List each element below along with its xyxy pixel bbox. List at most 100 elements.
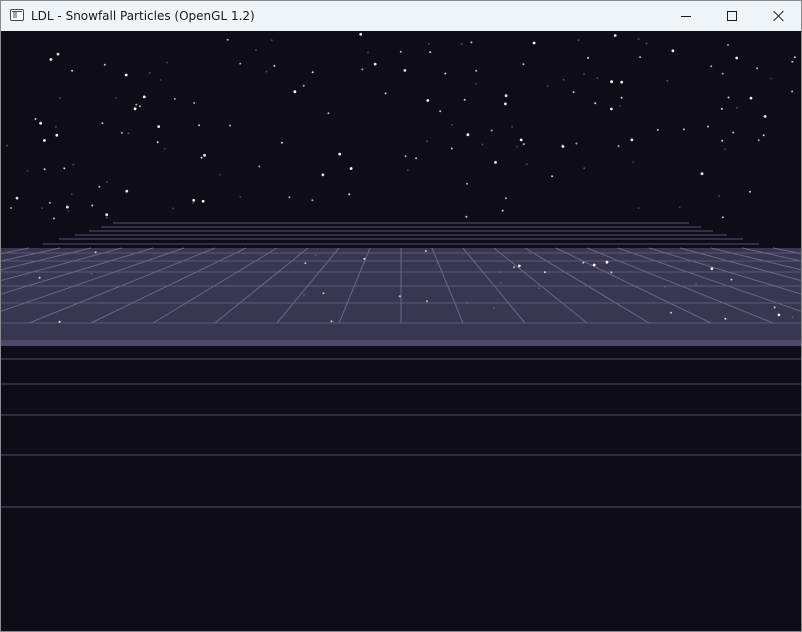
- snowflake: [695, 283, 698, 286]
- snowflake: [630, 138, 634, 142]
- snowflake: [311, 71, 314, 74]
- snowflake: [504, 102, 507, 106]
- snowflake: [516, 145, 518, 148]
- snowflake: [106, 180, 109, 183]
- snowflake: [55, 133, 59, 137]
- snowflake: [749, 96, 753, 100]
- snowflake: [288, 196, 291, 199]
- snowflake: [727, 43, 729, 46]
- snowflake: [475, 82, 477, 85]
- snowflake: [732, 131, 735, 134]
- snowflake: [610, 80, 613, 84]
- snowflake: [773, 306, 776, 309]
- snowflake: [265, 70, 268, 73]
- snowflake: [226, 38, 229, 41]
- snowflake: [159, 78, 162, 81]
- snowflake: [5, 144, 8, 147]
- snowflake: [710, 65, 713, 68]
- snowflake: [63, 167, 66, 170]
- snowflake: [338, 152, 342, 156]
- snowflake: [620, 80, 624, 84]
- snowflake: [444, 72, 447, 75]
- snowflake: [791, 60, 794, 63]
- snowflake: [127, 132, 130, 135]
- snowflake: [70, 193, 73, 196]
- snowflake: [450, 147, 453, 150]
- snowflake: [105, 213, 109, 217]
- snowflake: [463, 98, 466, 101]
- snowflake: [398, 295, 401, 298]
- snowflake: [363, 257, 366, 260]
- snowflake: [481, 143, 484, 146]
- snowflake: [466, 133, 470, 137]
- snowflake: [38, 276, 41, 279]
- snowflake: [671, 49, 675, 53]
- snowflake: [148, 72, 151, 74]
- snowflake: [637, 207, 640, 210]
- snowflake: [163, 147, 166, 150]
- snowflake: [436, 261, 439, 264]
- minimize-button[interactable]: [663, 1, 709, 31]
- snowflake: [551, 175, 554, 178]
- snowflake: [58, 97, 61, 100]
- snowflake: [43, 168, 46, 171]
- snowflake: [58, 320, 61, 323]
- snowflake: [426, 99, 430, 102]
- snowflake: [617, 145, 620, 148]
- snowflake: [426, 140, 429, 143]
- snowflake: [424, 250, 427, 252]
- snowflake: [605, 260, 609, 264]
- snowflake: [40, 207, 43, 210]
- snowflake: [330, 320, 333, 323]
- app-window-icon: [10, 9, 24, 21]
- snowflake: [172, 207, 175, 210]
- snowflake: [52, 217, 55, 220]
- snowflake: [561, 144, 564, 146]
- snowflake: [613, 34, 617, 37]
- snowflake: [192, 198, 196, 202]
- snowflake: [48, 201, 51, 204]
- snowflake: [120, 131, 123, 134]
- snowflake: [639, 56, 642, 59]
- snowflake: [504, 94, 508, 98]
- snowflake: [546, 84, 549, 87]
- snowfall-scene: [1, 32, 801, 631]
- snowflake: [670, 311, 673, 314]
- snowflake: [791, 90, 794, 93]
- snowflake: [156, 141, 159, 144]
- snowflake: [710, 267, 714, 271]
- snowflake: [757, 139, 760, 142]
- snowflake: [724, 317, 727, 320]
- snowflake: [373, 62, 377, 66]
- snowflake: [258, 165, 261, 168]
- maximize-button[interactable]: [709, 1, 755, 31]
- minimize-icon: [681, 15, 691, 17]
- snowflake: [166, 61, 169, 64]
- snowflake: [538, 287, 541, 290]
- snowflake: [620, 96, 623, 99]
- snowflake: [499, 271, 502, 274]
- snowflake: [656, 128, 659, 131]
- snowflake: [721, 216, 724, 219]
- snowflake: [359, 32, 363, 36]
- snowflake: [415, 157, 418, 160]
- snowflake: [632, 161, 635, 164]
- snowflake: [592, 263, 596, 267]
- title-bar[interactable]: LDL - Snowfall Particles (OpenGL 1.2): [1, 1, 801, 31]
- snowflake: [513, 266, 515, 269]
- snowflake: [135, 103, 138, 106]
- snowflake: [98, 185, 101, 188]
- snowflake: [756, 67, 759, 70]
- render-viewport[interactable]: [1, 32, 801, 631]
- snowflake: [519, 138, 523, 142]
- snowflake: [583, 167, 586, 170]
- snowflake: [56, 52, 60, 56]
- snowflake: [770, 77, 773, 80]
- snowflake: [348, 193, 351, 196]
- close-button[interactable]: [755, 1, 801, 31]
- snowflake: [504, 197, 507, 200]
- ground-plane: [1, 247, 801, 346]
- snowflake: [200, 156, 203, 159]
- snowflake: [91, 204, 94, 207]
- snowflake: [293, 90, 297, 94]
